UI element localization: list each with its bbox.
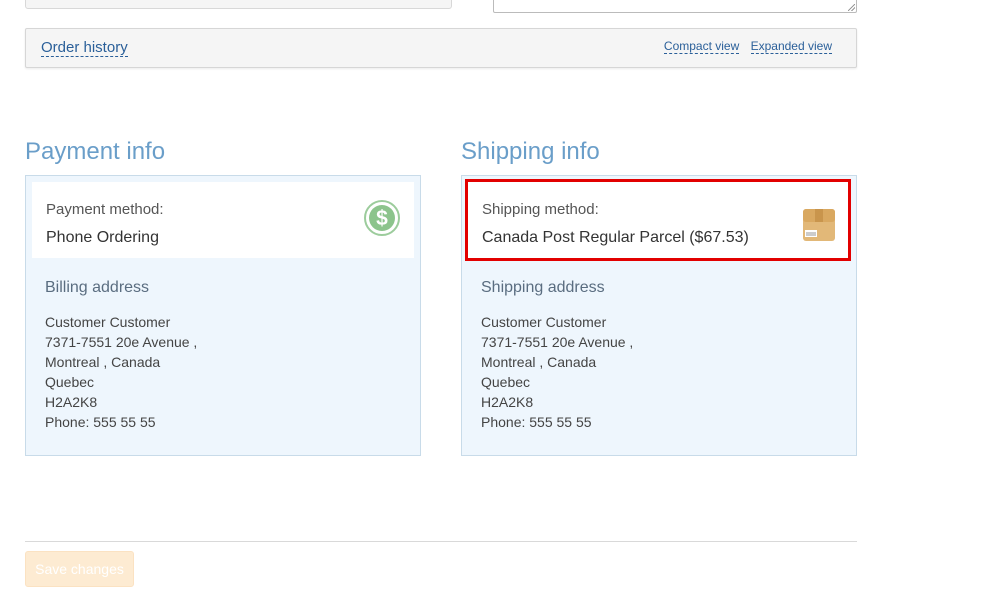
shipping-address-line: Montreal , Canada	[481, 354, 597, 370]
billing-address-line: Customer Customer	[45, 314, 171, 330]
compact-view-link[interactable]: Compact view	[663, 39, 740, 54]
shipping-address-title: Shipping address	[481, 279, 605, 296]
previous-section-box	[25, 0, 452, 9]
payment-method-card: Payment method: Phone Ordering $	[32, 182, 414, 258]
shipping-method-value: Canada Post Regular Parcel ($67.53)	[482, 229, 749, 246]
shipping-address-line: 7371-7551 20e Avenue ,	[481, 334, 634, 350]
divider	[25, 541, 857, 542]
billing-address-line: Quebec	[45, 374, 95, 390]
payment-info-panel: Payment method: Phone Ordering $ Billing…	[25, 175, 421, 456]
order-history-link[interactable]: Order history	[41, 39, 128, 57]
shipping-info-panel: Shipping method: Canada Post Regular Par…	[461, 175, 857, 456]
payment-method-value: Phone Ordering	[46, 229, 159, 246]
expanded-view-link[interactable]: Expanded view	[750, 39, 832, 54]
billing-address-line: Montreal , Canada	[45, 354, 161, 370]
payment-info-title: Payment info	[25, 138, 166, 165]
billing-address-line: 7371-7551 20e Avenue ,	[45, 334, 198, 350]
shipping-address-line: Customer Customer	[481, 314, 607, 330]
save-changes-button[interactable]: Save changes	[25, 551, 134, 587]
billing-address: Customer Customer 7371-7551 20e Avenue ,…	[45, 312, 197, 432]
view-switcher: Compact view Expanded view	[656, 39, 832, 54]
billing-address-line: Phone: 555 55 55	[45, 414, 156, 430]
shipping-address-line: Phone: 555 55 55	[481, 414, 592, 430]
shipping-info-title: Shipping info	[461, 138, 600, 165]
dollar-icon: $	[364, 200, 400, 236]
order-history-bar: Order history Compact view Expanded view	[25, 28, 857, 68]
shipping-address-line: H2A2K8	[481, 394, 534, 410]
shipping-method-label: Shipping method:	[482, 201, 599, 218]
billing-address-title: Billing address	[45, 279, 150, 296]
notes-textarea[interactable]	[493, 0, 857, 13]
shipping-method-card: Shipping method: Canada Post Regular Par…	[468, 182, 850, 258]
shipping-address-line: Quebec	[481, 374, 531, 390]
payment-method-label: Payment method:	[46, 201, 164, 218]
billing-address-line: H2A2K8	[45, 394, 98, 410]
shipping-address: Customer Customer 7371-7551 20e Avenue ,…	[481, 312, 633, 432]
package-icon	[803, 209, 835, 241]
resize-grip-icon[interactable]	[848, 4, 855, 11]
